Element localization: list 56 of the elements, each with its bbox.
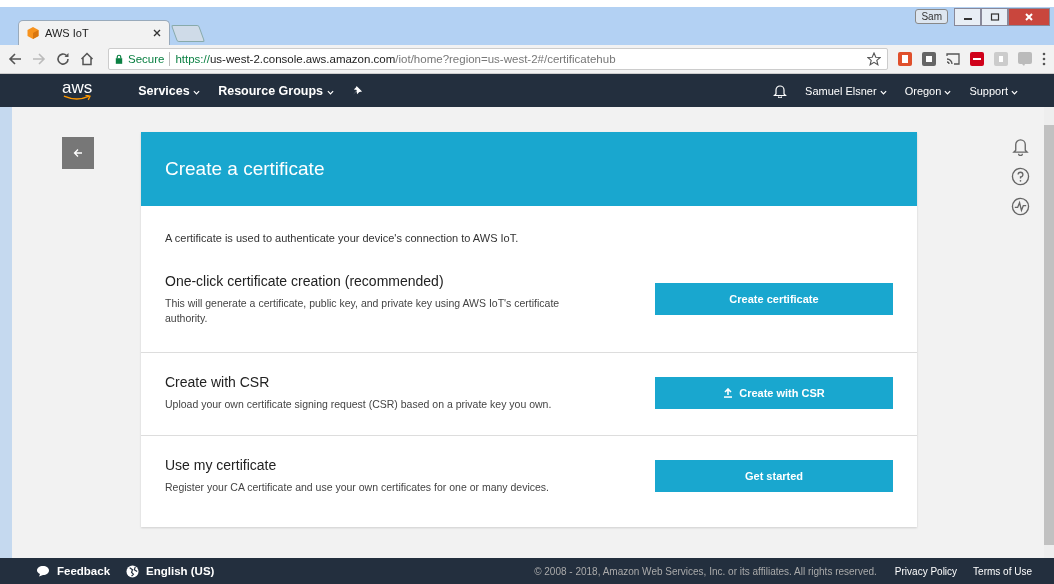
close-icon[interactable]: [153, 29, 161, 37]
pin-icon[interactable]: [351, 85, 363, 96]
url-text: https://us-west-2.console.aws.amazon.com/iot/home?region=us-west-2#/certificatehub: [175, 53, 616, 65]
card-title: Create a certificate: [165, 158, 325, 180]
nav-menu[interactable]: Resource Groups: [218, 83, 334, 98]
aws-logo[interactable]: aws: [62, 80, 93, 101]
minimize-button[interactable]: [954, 8, 981, 26]
section-heading: One-click certificate creation (recommended): [165, 272, 445, 289]
secure-label: Secure: [128, 53, 165, 65]
cube-icon: [27, 27, 39, 39]
caret-icon: [944, 89, 952, 95]
reload-icon[interactable]: [56, 52, 70, 66]
bell-icon[interactable]: [773, 83, 788, 98]
copyright-text: © 2008 - 2018, Amazon Web Services, Inc. or its affiliates. All rights reserved.: [534, 565, 877, 577]
back-button[interactable]: [62, 137, 94, 169]
footer-link[interactable]: Terms of Use: [973, 565, 1032, 577]
cast-icon[interactable]: [946, 52, 960, 66]
caret-icon: [879, 89, 887, 95]
extension-icon[interactable]: [970, 52, 984, 66]
section-description: Register your CA certificate and use your own certificates for one or many devices.: [165, 480, 550, 495]
close-button[interactable]: [1008, 8, 1050, 26]
browser-tab[interactable]: AWS IoT: [18, 20, 170, 45]
section-description: This will generate a certificate, public key, and private key using AWS IoT's certificate authority.: [165, 295, 561, 326]
upload-icon: [723, 388, 734, 398]
section-heading: Create with CSR: [165, 374, 271, 390]
extension-icon[interactable]: [898, 52, 912, 66]
footer-link[interactable]: Privacy Policy: [894, 565, 958, 577]
home-icon[interactable]: [80, 52, 94, 66]
feedback-link[interactable]: Feedback: [36, 565, 111, 577]
section-description: Upload your own certificate signing request (CSR) based on a private key you own.: [165, 397, 553, 412]
speech-bubble-icon: [36, 565, 50, 577]
section-heading: Use my certificate: [165, 457, 278, 473]
nav-menu[interactable]: Services: [138, 83, 201, 98]
star-icon[interactable]: [867, 52, 881, 66]
globe-icon: [126, 564, 140, 578]
pulse-icon[interactable]: [1010, 197, 1030, 216]
region-menu[interactable]: Oregon: [904, 84, 952, 97]
profile-button[interactable]: Sam: [915, 9, 948, 24]
maximize-icon: [989, 13, 1000, 21]
more-icon[interactable]: [1042, 52, 1046, 66]
language-selector[interactable]: English (US): [126, 564, 215, 578]
caret-icon: [1011, 89, 1018, 95]
maximize-button[interactable]: [981, 8, 1008, 26]
intro-text: A certificate is used to authenticate your device's connection to AWS IoT.: [165, 232, 520, 244]
back-arrow-icon: [73, 148, 83, 158]
support-menu[interactable]: Support: [969, 84, 1018, 97]
address-bar[interactable]: Secure https://us-west-2.console.aws.amazon.com/iot/home?region=us-west-2#/certificatehub: [108, 48, 888, 70]
help-icon[interactable]: [1010, 167, 1030, 186]
caret-icon: [326, 89, 334, 95]
back-icon[interactable]: [8, 52, 22, 66]
user-menu[interactable]: Samuel Elsner: [805, 84, 887, 97]
tab-title: AWS IoT: [45, 27, 90, 39]
close-icon: [1024, 13, 1034, 21]
lock-icon: [115, 54, 123, 64]
caret-icon: [193, 89, 201, 95]
extension-icon[interactable]: [922, 52, 936, 66]
